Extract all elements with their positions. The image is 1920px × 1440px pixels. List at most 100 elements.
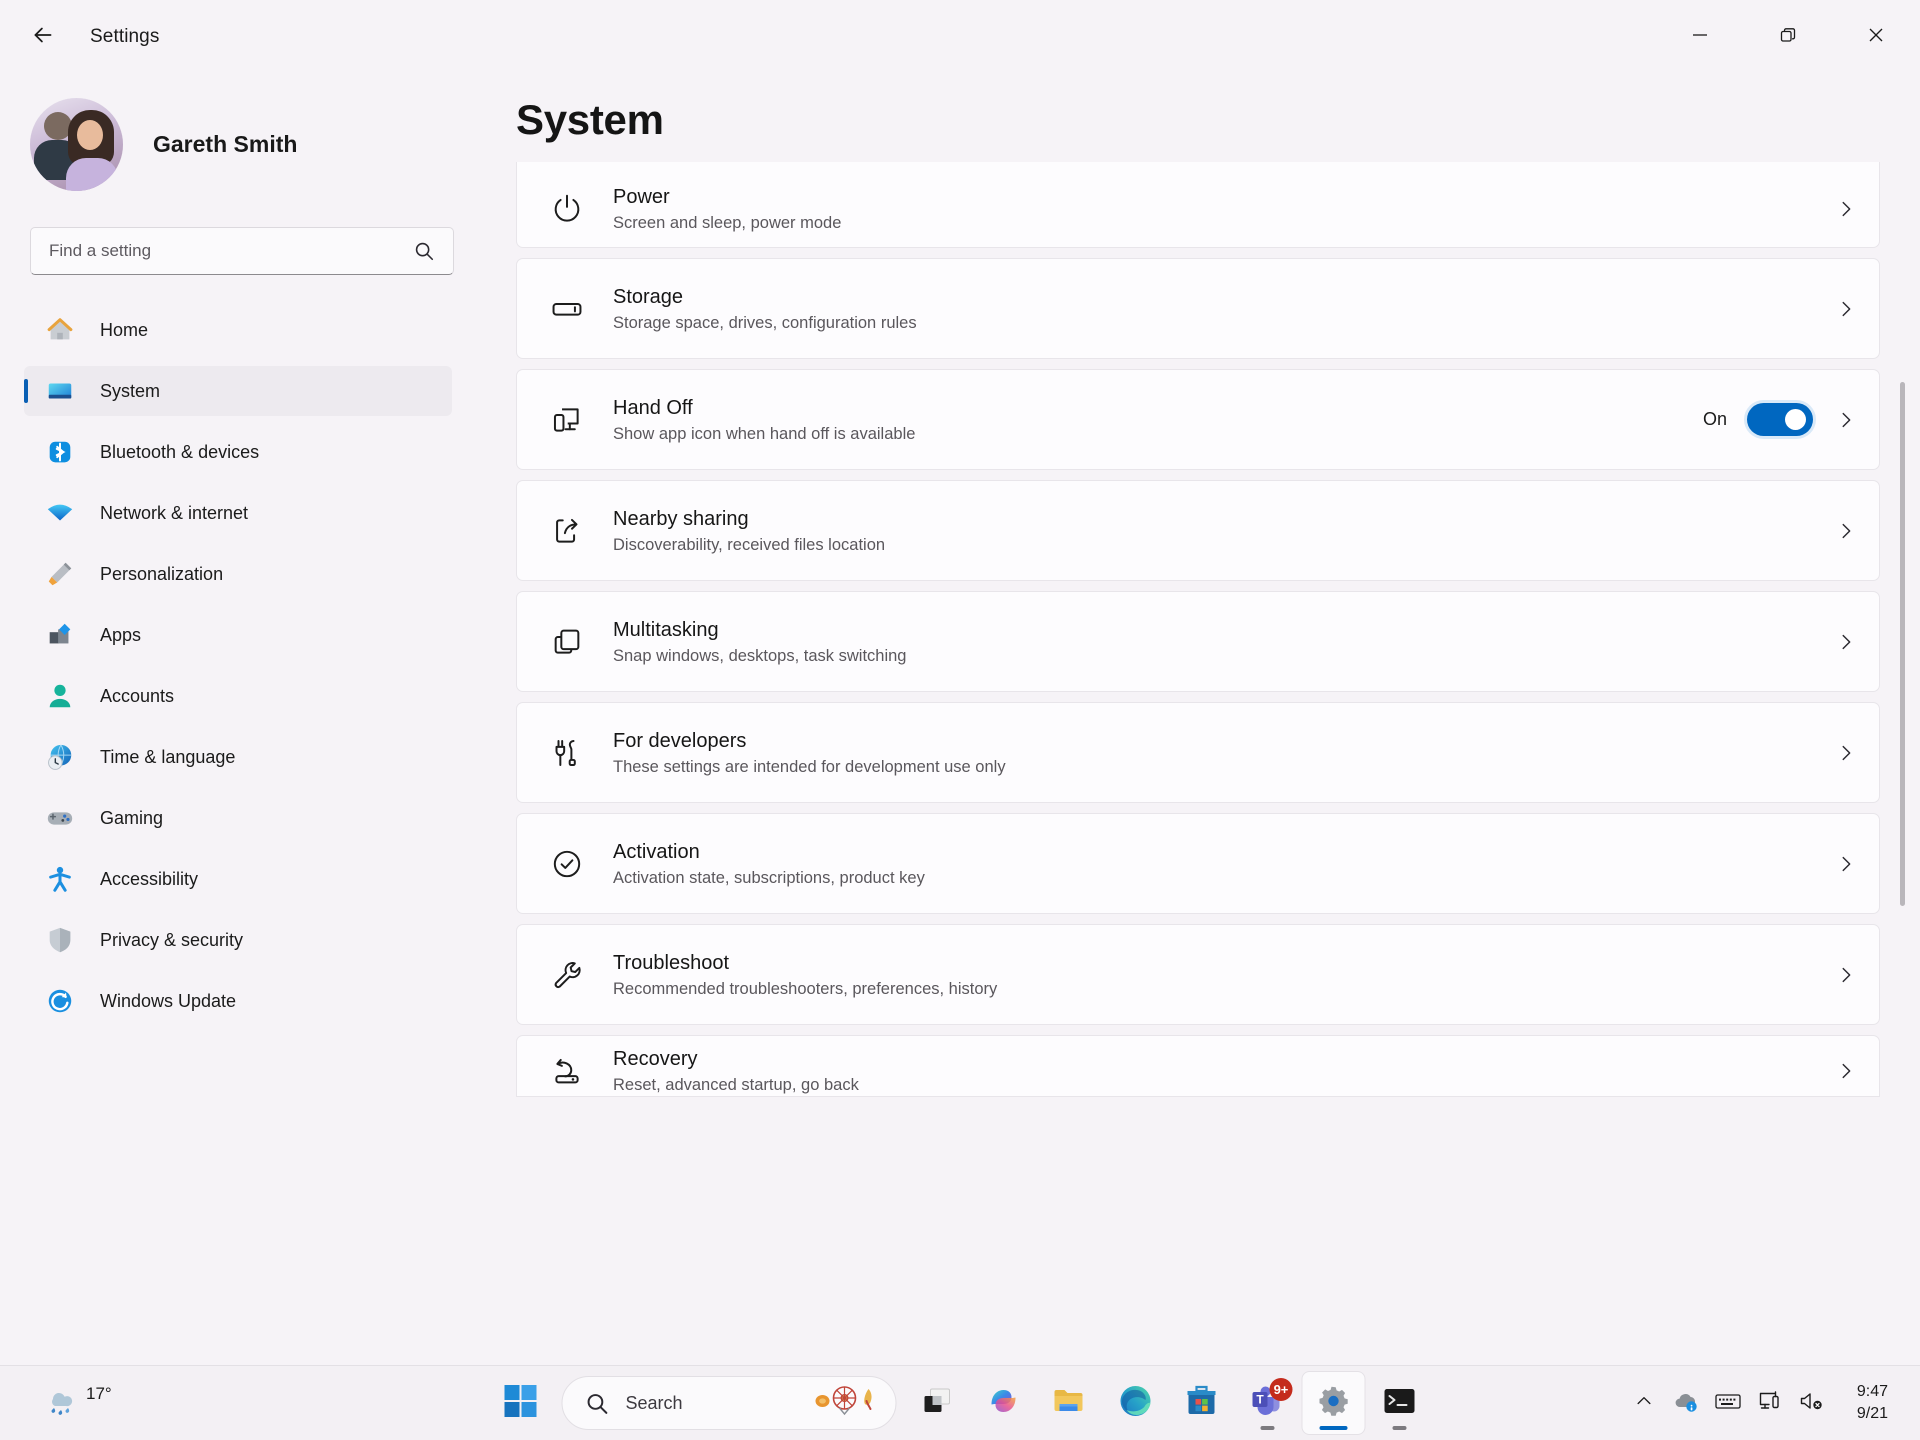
title-bar: Settings [0, 0, 1920, 74]
account-person-icon [42, 681, 78, 711]
settings-row-hand-off[interactable]: Hand Off Show app icon when hand off is … [516, 369, 1880, 470]
row-title: Storage [613, 286, 684, 308]
find-setting-search[interactable] [30, 227, 454, 275]
gamepad-icon [42, 803, 78, 833]
doodle-ferris-wheel-icon[interactable] [812, 1383, 880, 1423]
minimize-button[interactable] [1656, 0, 1744, 74]
settings-row-for-developers[interactable]: For developers These settings are intend… [516, 702, 1880, 803]
row-subtitle: These settings are intended for developm… [613, 758, 1006, 776]
system-monitor-icon [42, 376, 78, 406]
taskbar-app-terminal[interactable] [1369, 1372, 1431, 1434]
sidebar-item-windows-update[interactable]: Windows Update [24, 976, 452, 1026]
window-title: Settings [90, 26, 160, 47]
update-refresh-icon [42, 986, 78, 1016]
close-icon [1867, 26, 1885, 49]
sidebar-item-label: Privacy & security [100, 929, 244, 950]
power-icon [541, 192, 593, 226]
sidebar-item-accounts[interactable]: Accounts [24, 671, 452, 721]
taskbar-search[interactable]: Search [561, 1376, 897, 1430]
sidebar-item-privacy-security[interactable]: Privacy & security [24, 915, 452, 965]
copilot-icon [986, 1383, 1022, 1424]
nearby-share-icon [541, 514, 593, 548]
sidebar-item-accessibility[interactable]: Accessibility [24, 854, 452, 904]
wifi-icon [42, 498, 78, 528]
sidebar-item-label: Personalization [100, 563, 224, 584]
apps-icon [42, 620, 78, 650]
sidebar-item-network-internet[interactable]: Network & internet [24, 488, 452, 538]
sidebar-item-apps[interactable]: Apps [24, 610, 452, 660]
minimize-icon [1691, 26, 1709, 49]
sidebar-item-label: Time & language [100, 746, 236, 767]
row-subtitle: Reset, advanced startup, go back [613, 1076, 859, 1094]
chevron-right-icon [1835, 198, 1857, 220]
svg-text:T: T [1256, 1392, 1264, 1406]
settings-window: Settings Gareth Smith Find a setting Hom… [0, 0, 1920, 1365]
home-icon [42, 315, 78, 345]
search-icon [413, 240, 453, 262]
clock-globe-icon [42, 742, 78, 772]
search-input[interactable] [31, 241, 413, 261]
taskbar-app-task-view[interactable] [907, 1372, 969, 1434]
show-hidden-icons-button[interactable] [1623, 1378, 1665, 1428]
settings-row-troubleshoot[interactable]: Troubleshoot Recommended troubleshooters… [516, 924, 1880, 1025]
teams-notification-badge: 9+ [1269, 1378, 1293, 1401]
settings-rows: Power Screen and sleep, power mode Stora… [516, 162, 1880, 1097]
sidebar-item-home[interactable]: Home [24, 305, 452, 355]
user-profile[interactable]: Gareth Smith [30, 98, 496, 191]
taskbar-app-microsoft-store[interactable] [1171, 1372, 1233, 1434]
settings-nav-list: Home System Bluetooth & devices Network … [0, 305, 496, 1037]
settings-row-nearby-sharing[interactable]: Nearby sharing Discoverability, received… [516, 480, 1880, 581]
taskbar-app-teams[interactable]: T 9+ [1237, 1372, 1299, 1434]
main-content: System Power Screen and sleep, power mod… [496, 74, 1920, 1365]
taskbar-app-copilot[interactable] [973, 1372, 1035, 1434]
row-title: Nearby sharing [613, 508, 749, 530]
sidebar-item-time-language[interactable]: Time & language [24, 732, 452, 782]
restore-button[interactable] [1744, 0, 1832, 74]
settings-row-activation[interactable]: Activation Activation state, subscriptio… [516, 813, 1880, 914]
taskbar-weather-widget[interactable]: 17° [28, 1375, 126, 1432]
storage-drive-icon [541, 292, 593, 326]
touch-keyboard-button[interactable] [1707, 1378, 1749, 1428]
onedrive-tray-button[interactable] [1665, 1378, 1707, 1428]
taskbar-app-settings[interactable] [1302, 1372, 1365, 1434]
settings-row-multitasking[interactable]: Multitasking Snap windows, desktops, tas… [516, 591, 1880, 692]
shield-icon [42, 925, 78, 955]
sidebar-item-label: System [100, 380, 161, 401]
taskbar-clock[interactable]: 9:47 9/21 [1847, 1376, 1898, 1429]
recovery-icon [541, 1054, 593, 1088]
chevron-right-icon [1835, 409, 1857, 431]
chevron-right-icon [1835, 520, 1857, 542]
sidebar-item-label: Bluetooth & devices [100, 441, 260, 462]
sidebar-item-label: Accessibility [100, 868, 199, 889]
sidebar-item-bluetooth-devices[interactable]: Bluetooth & devices [24, 427, 452, 477]
activation-check-icon [541, 847, 593, 881]
row-subtitle: Screen and sleep, power mode [613, 214, 842, 232]
taskbar-app-edge[interactable] [1105, 1372, 1167, 1434]
settings-row-storage[interactable]: Storage Storage space, drives, configura… [516, 258, 1880, 359]
network-display-button[interactable] [1749, 1378, 1791, 1428]
row-subtitle: Activation state, subscriptions, product… [613, 869, 925, 887]
settings-row-power[interactable]: Power Screen and sleep, power mode [516, 162, 1880, 248]
row-subtitle: Snap windows, desktops, task switching [613, 647, 907, 665]
sidebar-item-personalization[interactable]: Personalization [24, 549, 452, 599]
sidebar-item-system[interactable]: System [24, 366, 452, 416]
clock-time: 9:47 [1856, 1383, 1888, 1401]
hand-off-toggle[interactable] [1747, 403, 1813, 436]
taskbar-search-placeholder: Search [625, 1392, 683, 1413]
rain-weather-icon [42, 1381, 82, 1426]
window-controls [1656, 0, 1920, 74]
microsoft-store-icon [1184, 1383, 1220, 1424]
volume-muted-button[interactable] [1791, 1378, 1833, 1428]
vertical-scrollbar[interactable] [1898, 168, 1906, 1359]
close-button[interactable] [1832, 0, 1920, 74]
row-title: Hand Off [613, 397, 693, 419]
settings-row-recovery[interactable]: Recovery Reset, advanced startup, go bac… [516, 1035, 1880, 1097]
back-button[interactable] [20, 14, 66, 60]
search-icon [585, 1391, 610, 1416]
sidebar-item-gaming[interactable]: Gaming [24, 793, 452, 843]
sidebar-item-label: Apps [100, 624, 142, 645]
windows-start-icon [504, 1384, 538, 1423]
scrollbar-thumb[interactable] [1900, 382, 1905, 907]
taskbar-app-file-explorer[interactable] [1039, 1372, 1101, 1434]
start-button[interactable] [490, 1372, 552, 1434]
